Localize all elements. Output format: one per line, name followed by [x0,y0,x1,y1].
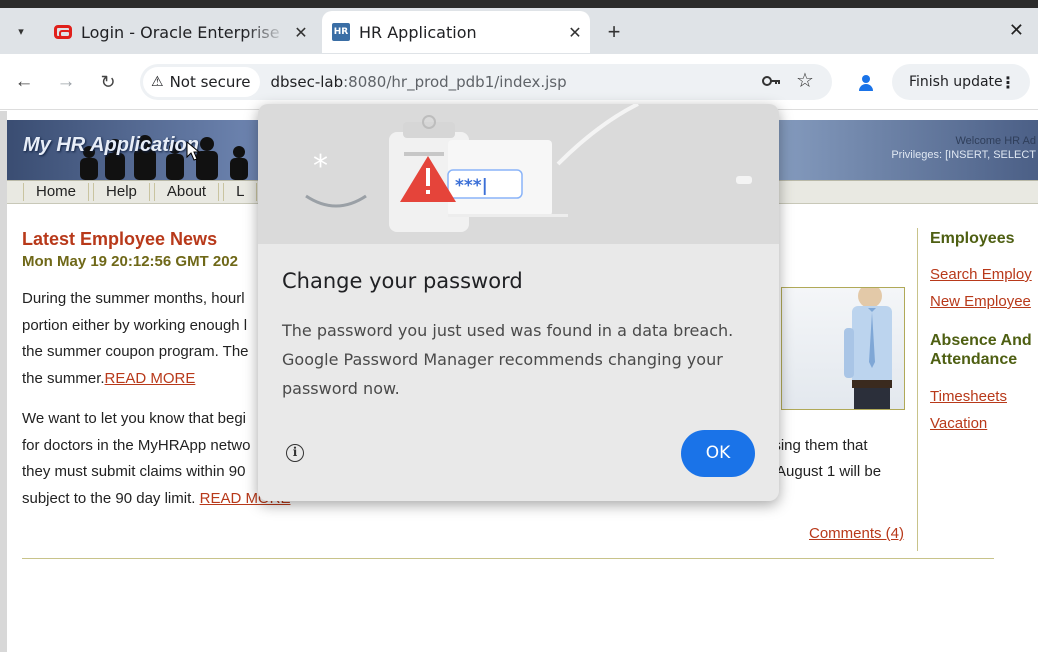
tab-oracle-login[interactable]: Login - Oracle Enterprise ✕ [44,11,316,53]
dialog-title: Change your password [282,269,523,293]
menu-about[interactable]: About [153,183,220,201]
sidebar-link-vacation[interactable]: Vacation [930,415,987,432]
dialog-body: The password you just used was found in … [282,321,734,398]
address-bar[interactable]: ⚠ Not secure dbsec-lab:8080/hr_prod_pdb1… [140,64,832,100]
bookmark-star-icon[interactable]: ☆ [796,68,814,92]
profile-avatar-icon[interactable] [852,69,880,97]
forward-arrow-icon[interactable]: → [52,68,80,96]
news-date: Mon May 19 20:12:56 GMT 202 [22,253,238,270]
tab-hr-application[interactable]: HR HR Application ✕ [322,11,590,53]
sidebar-divider [917,228,918,551]
mouse-cursor-icon [186,141,200,161]
password-breach-illustration: * ***| [258,104,779,244]
ok-button[interactable]: OK [681,430,755,477]
tab-strip: ▾ Login - Oracle Enterprise ✕ HR HR Appl… [0,0,1038,54]
privileges-text: Privileges: [INSERT, SELECT [891,149,1036,161]
welcome-user: Welcome HR Ad [955,135,1037,147]
new-tab-plus-icon[interactable]: + [600,18,628,46]
url-path: :8080/hr_prod_pdb1/index.jsp [343,73,567,91]
url-text[interactable]: dbsec-lab:8080/hr_prod_pdb1/index.jsp [270,73,566,91]
oracle-icon [54,23,72,41]
sidebar-link-search-employees[interactable]: Search Employ [930,266,1032,283]
key-icon[interactable] [760,70,782,97]
finish-update-label: Finish update [909,74,1003,90]
window-top-edge [0,0,1038,8]
menu-home[interactable]: Home [23,183,90,201]
sidebar-link-timesheets[interactable]: Timesheets [930,388,1007,405]
hr-icon: HR [332,23,350,41]
welcome-text: Welcome HR Ad Privileges: [INSERT, SELEC… [891,134,1036,162]
finish-update-button[interactable]: Finish update ⋮ [892,64,1030,100]
site-brand: My HR Application [23,134,199,156]
content-divider [22,558,994,559]
site-security-chip[interactable]: ⚠ Not secure [143,67,261,97]
sidebar-heading-employees: Employees [930,230,1015,247]
browser-toolbar: ← → ↻ ⚠ Not secure dbsec-lab:8080/hr_pro… [0,54,1038,110]
tab-close-icon[interactable]: ✕ [286,23,316,42]
security-label: Not secure [169,73,251,91]
warning-triangle-icon: ⚠ [151,74,164,90]
sidebar-link-new-employee[interactable]: New Employee [930,293,1031,310]
url-host: dbsec-lab [270,73,344,91]
tab-search-chevron-icon[interactable]: ▾ [10,20,32,42]
menu-help[interactable]: Help [93,183,150,201]
read-more-link[interactable]: READ MORE [105,370,196,387]
svg-text:*: * [313,149,328,184]
comments-link[interactable]: Comments (4) [809,525,904,542]
sidebar-heading-absence: Absence And Attendance [930,332,1032,368]
tab-title: HR Application [359,22,477,42]
back-arrow-icon[interactable]: ← [10,68,38,96]
info-icon[interactable]: i [286,444,304,462]
news-heading: Latest Employee News [22,229,218,249]
tab-close-icon[interactable]: ✕ [560,23,590,42]
reload-icon[interactable]: ↻ [94,68,122,96]
menu-logout[interactable]: L [223,183,258,201]
more-menu-icon[interactable]: ⋮ [1000,73,1016,92]
window-close-icon[interactable]: ✕ [1009,20,1024,41]
svg-text:***|: ***| [455,176,488,196]
password-breach-dialog: * ***| Change your password The password… [258,104,779,501]
tab-title: Login - Oracle Enterprise [81,22,280,42]
employee-photo [781,287,905,410]
